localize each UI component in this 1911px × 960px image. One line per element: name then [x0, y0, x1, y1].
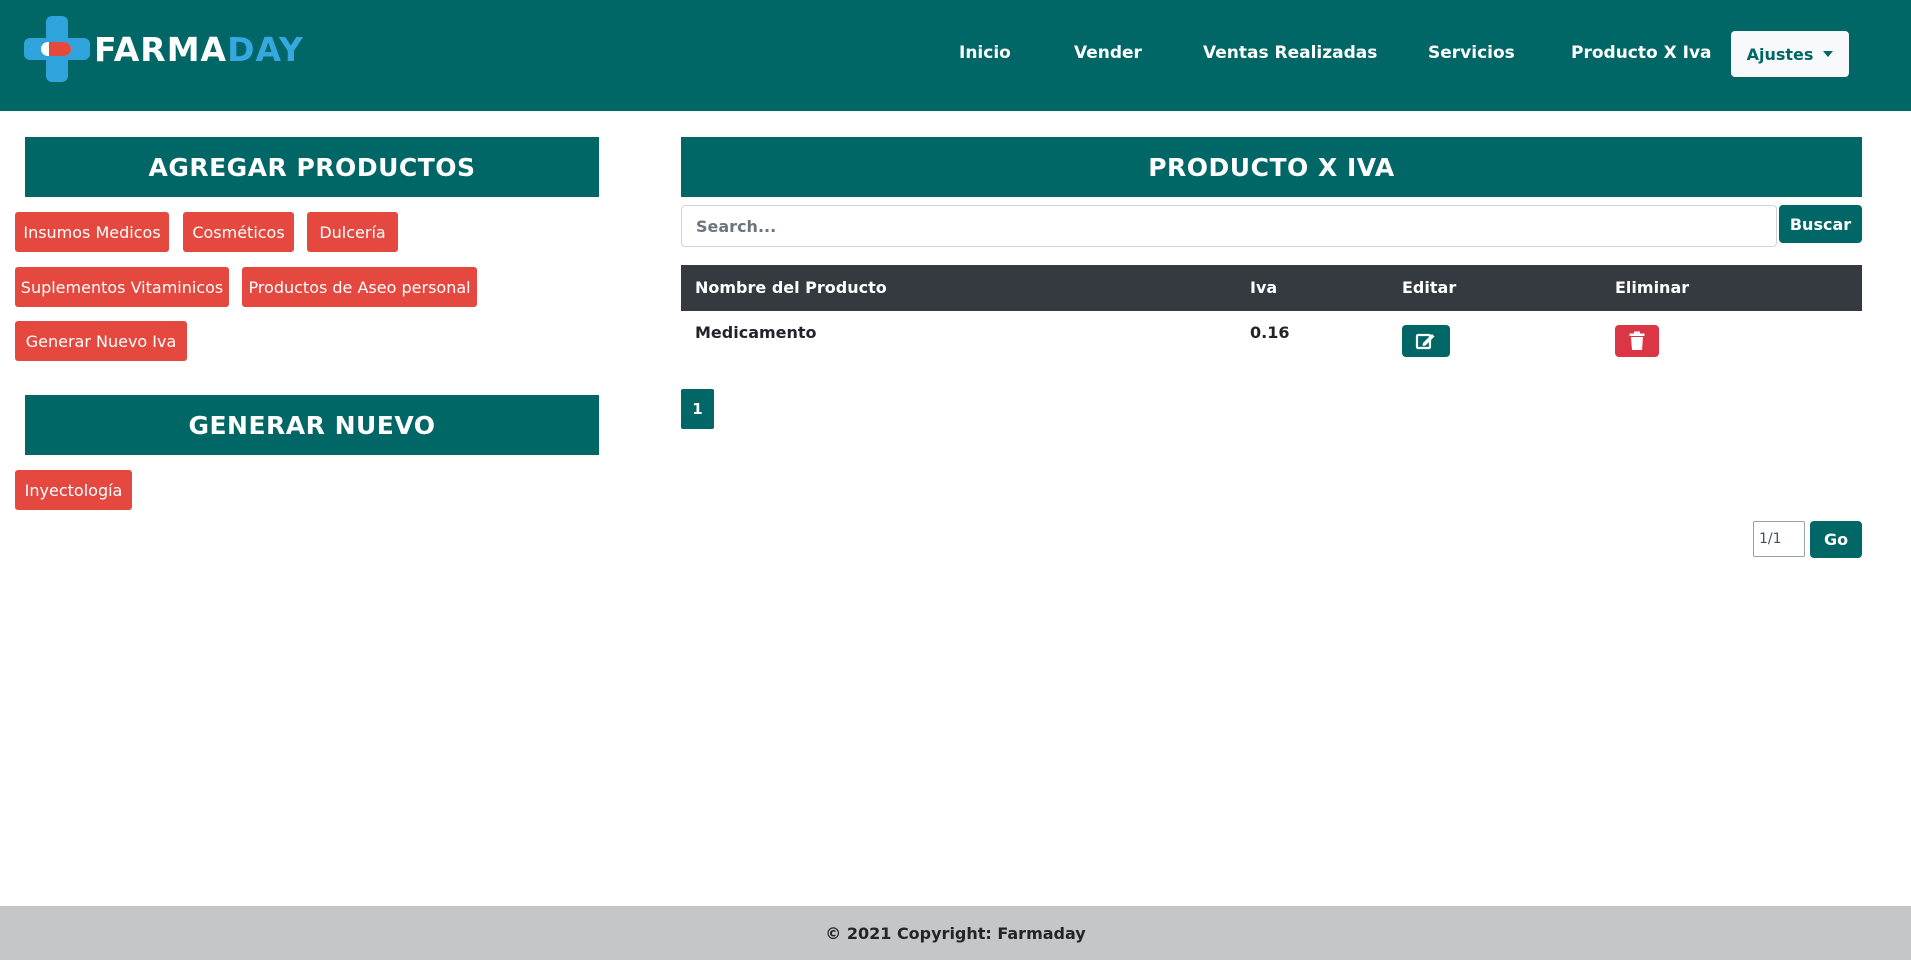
ajustes-label: Ajustes	[1746, 44, 1814, 64]
brand-name-part2: DAY	[227, 29, 304, 69]
pagination-page-1[interactable]: 1	[681, 389, 714, 429]
brand-name-part1: FARMA	[94, 29, 228, 69]
insumos-medicos-button[interactable]: Insumos Medicos	[15, 212, 169, 252]
nav-inicio[interactable]: Inicio	[959, 43, 1011, 63]
navbar: FARMADAY Inicio Vender Ventas Realizadas…	[0, 0, 1911, 111]
brand-name: FARMADAY	[94, 30, 304, 69]
column-header-nombre: Nombre del Producto	[695, 278, 887, 297]
generar-nuevo-iva-button[interactable]: Generar Nuevo Iva	[15, 321, 187, 361]
column-header-iva: Iva	[1250, 278, 1278, 297]
edit-button[interactable]	[1402, 325, 1450, 357]
footer: © 2021 Copyright: Farmaday	[0, 906, 1911, 960]
medical-cross-icon	[24, 16, 90, 82]
cell-nombre: Medicamento	[695, 323, 817, 342]
page-number-input[interactable]	[1753, 521, 1805, 557]
search-input[interactable]	[681, 205, 1777, 247]
cosmeticos-button[interactable]: Cosméticos	[183, 212, 294, 252]
agregar-productos-header: AGREGAR PRODUCTOS	[25, 137, 599, 197]
inyectologia-button[interactable]: Inyectología	[15, 470, 132, 510]
generar-nuevo-header: GENERAR NUEVO	[25, 395, 599, 455]
suplementos-vitaminicos-button[interactable]: Suplementos Vitaminicos	[15, 267, 229, 307]
buscar-button[interactable]: Buscar	[1779, 205, 1862, 243]
column-header-editar: Editar	[1402, 278, 1457, 297]
table-header: Nombre del Producto Iva Editar Eliminar	[681, 265, 1862, 311]
producto-x-iva-header: PRODUCTO X IVA	[681, 137, 1862, 197]
nav-vender[interactable]: Vender	[1074, 43, 1142, 63]
delete-button[interactable]	[1615, 325, 1659, 357]
nav-producto-x-iva[interactable]: Producto X Iva	[1571, 43, 1712, 63]
trash-icon	[1629, 331, 1645, 350]
go-button[interactable]: Go	[1810, 521, 1862, 558]
column-header-eliminar: Eliminar	[1615, 278, 1690, 297]
cell-iva: 0.16	[1250, 323, 1290, 342]
brand-logo[interactable]: FARMADAY	[24, 16, 304, 82]
caret-down-icon	[1823, 51, 1834, 57]
nav-servicios[interactable]: Servicios	[1428, 43, 1515, 63]
dulceria-button[interactable]: Dulcería	[307, 212, 398, 252]
ajustes-dropdown-button[interactable]: Ajustes	[1731, 31, 1849, 77]
copyright-text: © 2021 Copyright: Farmaday	[825, 923, 1086, 943]
nav-ventas-realizadas[interactable]: Ventas Realizadas	[1203, 43, 1377, 63]
edit-icon	[1415, 333, 1435, 350]
productos-aseo-personal-button[interactable]: Productos de Aseo personal	[242, 267, 477, 307]
